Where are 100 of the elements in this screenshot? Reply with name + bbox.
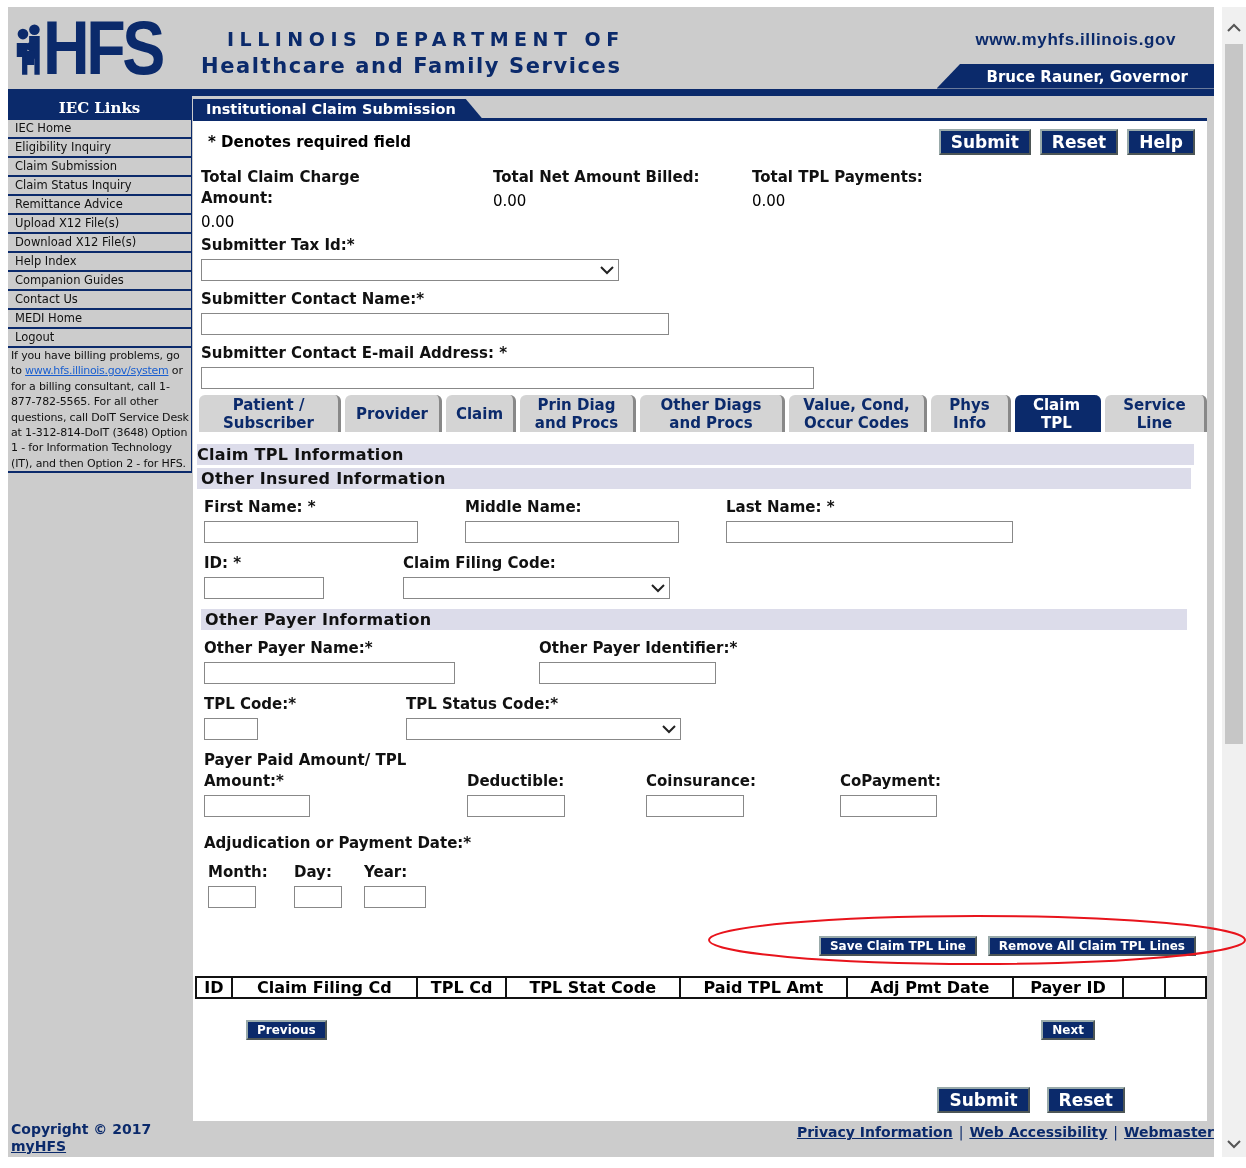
website-address: www.myhfs.illinois.gov — [975, 29, 1176, 50]
tab[interactable]: Claim — [446, 395, 516, 432]
chevron-down-icon — [600, 265, 614, 275]
field-label: Adjudication or Payment Date:* — [204, 833, 473, 854]
section-header: Other Payer Information — [201, 609, 1187, 630]
line-button[interactable]: Save Claim TPL Line — [818, 936, 977, 956]
sidebar-item[interactable]: MEDI Home — [8, 308, 191, 327]
tab[interactable]: Claim TPL — [1015, 395, 1101, 432]
tab[interactable]: Prin Diag and Procs — [520, 395, 636, 432]
dropdown-field[interactable] — [403, 577, 670, 599]
input-field[interactable] — [646, 795, 744, 817]
total-label: Total Claim Charge Amount: — [201, 167, 361, 209]
sidebar-title: IEC Links — [8, 96, 191, 118]
tab[interactable]: Value, Cond, Occur Codes — [789, 395, 927, 432]
input-field[interactable] — [840, 795, 937, 817]
department-title: ILLINOIS DEPARTMENT OF — [227, 27, 625, 51]
sidebar-item[interactable]: Claim Submission — [8, 156, 191, 175]
link-separator: | — [958, 1124, 964, 1141]
chevron-down-icon — [651, 583, 665, 593]
help-link[interactable]: www.hfs.illinois.gov/system — [25, 364, 169, 378]
tab[interactable]: Provider — [345, 395, 442, 432]
link-separator: | — [1113, 1124, 1119, 1141]
scroll-down-icon[interactable] — [1227, 1140, 1241, 1149]
copyright-text: Copyright © 2017 — [11, 1121, 152, 1138]
action-button[interactable]: Help — [1127, 129, 1195, 155]
field-label: Other Payer Name:* — [204, 638, 374, 659]
input-field[interactable] — [364, 886, 426, 908]
input-field[interactable] — [208, 886, 256, 908]
footer-link[interactable]: Web Accessibility — [969, 1124, 1108, 1141]
required-note: * Denotes required field — [208, 133, 411, 151]
scrollbar-thumb[interactable] — [1225, 44, 1243, 744]
input-field[interactable] — [204, 795, 310, 817]
input-field[interactable] — [726, 521, 1013, 543]
sidebar-item[interactable]: Upload X12 File(s) — [8, 213, 191, 232]
previous-button[interactable]: Previous — [246, 1020, 327, 1040]
field-label: ID: * — [204, 553, 243, 574]
total-value: 0.00 — [493, 192, 528, 210]
input-field[interactable] — [201, 367, 814, 389]
footer-link[interactable]: Privacy Information — [796, 1124, 953, 1141]
field-label: Day: — [294, 862, 333, 883]
chevron-down-icon — [662, 724, 676, 734]
field-label: Last Name: * — [726, 497, 836, 518]
action-button[interactable]: Submit — [937, 1087, 1030, 1113]
sidebar-item[interactable]: Eligibility Inquiry — [8, 137, 191, 156]
field-label: Submitter Contact E-mail Address: * — [201, 343, 508, 364]
total-label: Total Net Amount Billed: — [493, 167, 701, 188]
scrollbar[interactable] — [1222, 7, 1246, 1157]
field-label: Deductible: — [467, 771, 566, 792]
line-button[interactable]: Remove All Claim TPL Lines — [987, 936, 1196, 956]
field-label: TPL Code:* — [204, 694, 298, 715]
section-header: Claim TPL Information — [197, 444, 1194, 465]
column-header: Payer ID — [1012, 977, 1124, 998]
input-field[interactable] — [204, 662, 455, 684]
column-header: ID — [196, 977, 232, 998]
column-header: Paid TPL Amt — [679, 977, 847, 998]
field-label: Submitter Tax Id:* — [201, 235, 356, 256]
input-field[interactable] — [467, 795, 565, 817]
input-field[interactable] — [204, 718, 258, 740]
column-header: TPL Cd — [417, 977, 506, 998]
input-field[interactable] — [539, 662, 716, 684]
home-link[interactable]: myHFS — [11, 1138, 152, 1155]
sidebar-item[interactable]: Remittance Advice — [8, 194, 191, 213]
column-header: TPL Stat Code — [506, 977, 680, 998]
field-label: CoPayment: — [840, 771, 942, 792]
dropdown-field[interactable] — [406, 718, 681, 740]
governor-banner: Bruce Rauner, Governor — [936, 63, 1214, 89]
sidebar-item[interactable]: Claim Status Inquiry — [8, 175, 191, 194]
sidebar-item[interactable]: Help Index — [8, 251, 191, 270]
next-button[interactable]: Next — [1041, 1020, 1095, 1040]
field-label: Payer Paid Amount/ TPL Amount:* — [204, 750, 408, 792]
column-header: Adj Pmt Date — [847, 977, 1013, 998]
input-field[interactable] — [465, 521, 679, 543]
total-value: 0.00 — [201, 213, 236, 231]
sidebar-item[interactable]: Logout — [8, 327, 191, 346]
action-button[interactable]: Submit — [938, 129, 1031, 155]
tab[interactable]: Phys Info — [931, 395, 1011, 432]
input-field[interactable] — [201, 313, 669, 335]
tab[interactable]: Patient / Subscriber — [199, 395, 341, 432]
field-label: First Name: * — [204, 497, 317, 518]
input-field[interactable] — [204, 577, 324, 599]
field-label: Year: — [364, 862, 409, 883]
sidebar-item[interactable]: Download X12 File(s) — [8, 232, 191, 251]
sidebar-item[interactable]: Contact Us — [8, 289, 191, 308]
footer-link[interactable]: Webmaster — [1124, 1124, 1214, 1141]
field-label: Submitter Contact Name:* — [201, 289, 425, 310]
tab[interactable]: Service Line — [1105, 395, 1207, 432]
input-field[interactable] — [294, 886, 342, 908]
dropdown-field[interactable] — [201, 259, 619, 281]
help-text: If you have billing problems, go to www.hfs.illinois.gov/system or for a billing consultant, call 1-877-782-5565. For all other questions, call DoIT Service Desk at 1-312-814-DoIT (3648) Option 1 - for Information Technology (IT), and then Option 2 - for HFS. — [8, 346, 191, 474]
sidebar-item[interactable]: Companion Guides — [8, 270, 191, 289]
action-button[interactable]: Reset — [1046, 1087, 1125, 1113]
field-label: Middle Name: — [465, 497, 583, 518]
column-header: Claim Filing Cd — [231, 977, 418, 998]
field-label: Month: — [208, 862, 269, 883]
sidebar-item[interactable]: IEC Home — [8, 118, 191, 137]
tab[interactable]: Other Diags and Procs — [640, 395, 785, 432]
input-field[interactable] — [204, 521, 418, 543]
action-button[interactable]: Reset — [1039, 129, 1119, 155]
scroll-up-icon[interactable] — [1227, 23, 1241, 32]
field-label: Coinsurance: — [646, 771, 757, 792]
